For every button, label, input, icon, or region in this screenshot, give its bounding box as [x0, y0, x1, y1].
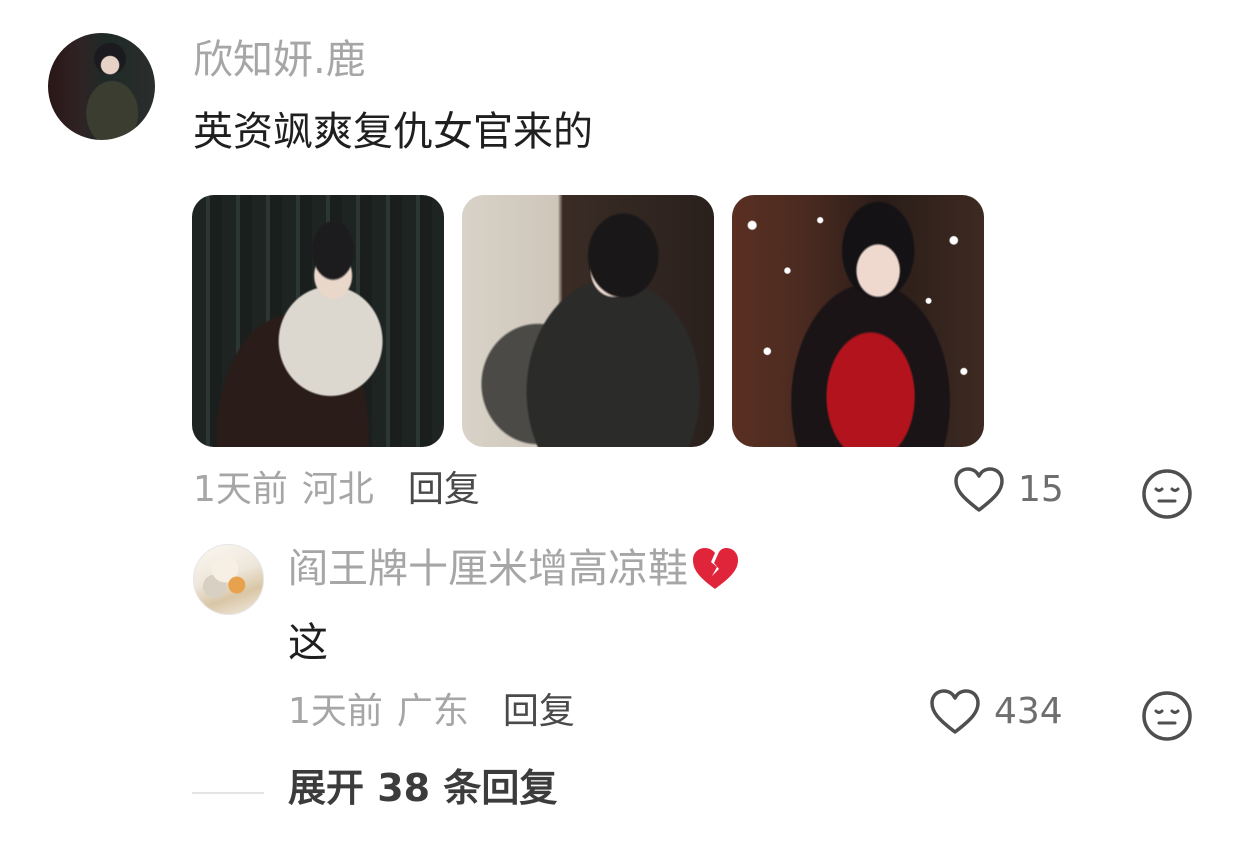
replier-avatar[interactable]: [193, 544, 264, 615]
reply-button[interactable]: 回复: [408, 468, 480, 512]
expand-divider: [192, 792, 264, 794]
comment-image-1[interactable]: [192, 195, 444, 447]
reply-reply-button[interactable]: 回复: [503, 690, 575, 734]
broken-heart-icon: [693, 548, 738, 589]
like-button[interactable]: 15: [952, 466, 1064, 514]
comment-time: 1天前: [193, 469, 288, 510]
comment-image-3[interactable]: [732, 195, 984, 447]
like-count: 15: [1018, 469, 1064, 510]
comment-image-2[interactable]: [462, 195, 714, 447]
expand-replies-button[interactable]: 展开 38 条回复: [288, 764, 557, 812]
reply-like-button[interactable]: 434: [928, 688, 1063, 736]
commenter-avatar[interactable]: [48, 33, 155, 140]
reply-location: 广东: [396, 691, 469, 732]
replier-username-row[interactable]: 阎王牌十厘米增高凉鞋: [288, 545, 740, 593]
comment-text: 英资飒爽复仇女官来的: [193, 109, 593, 155]
reply-text: 这: [288, 620, 328, 666]
commenter-username[interactable]: 欣知妍.鹿: [193, 36, 366, 84]
heart-icon: [954, 467, 1004, 512]
reply-like-count: 434: [994, 691, 1063, 732]
reply-time: 1天前: [288, 691, 383, 732]
dislike-face-icon[interactable]: [1141, 690, 1193, 742]
comment-meta: 1天前 河北 回复: [193, 468, 480, 512]
replier-username: 阎王牌十厘米增高凉鞋: [288, 546, 688, 592]
comment-location: 河北: [301, 469, 374, 510]
heart-icon: [930, 689, 980, 734]
dislike-face-icon[interactable]: [1141, 468, 1193, 520]
reply-meta: 1天前 广东 回复: [288, 690, 575, 734]
